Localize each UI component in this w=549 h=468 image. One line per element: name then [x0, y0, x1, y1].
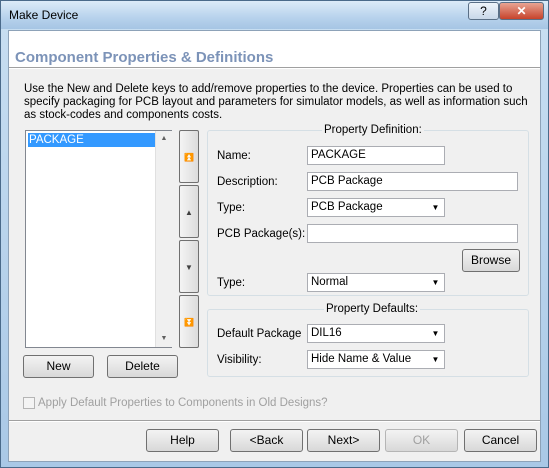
ok-button[interactable]: OK — [385, 429, 458, 452]
footer-divider-highlight — [9, 421, 540, 422]
list-scrollbar[interactable]: ▲ ▼ — [155, 131, 172, 347]
apply-defaults-label: Apply Default Properties to Components i… — [38, 397, 328, 409]
help-button[interactable]: Help — [146, 429, 219, 452]
default-package-label: Default Package — [217, 328, 302, 340]
up-arrow-icon: ▲ — [185, 208, 193, 217]
pcb-packages-field[interactable] — [307, 224, 518, 243]
visibility-value: Hide Name & Value — [311, 353, 412, 365]
type2-dropdown[interactable]: Normal ▼ — [307, 273, 445, 292]
double-down-arrow-icon: ⏬ — [184, 318, 194, 327]
scroll-up-arrow-icon[interactable]: ▲ — [156, 131, 172, 147]
name-field[interactable]: PACKAGE — [307, 146, 445, 165]
type-label: Type: — [217, 202, 246, 214]
type-dropdown-value: PCB Package — [311, 201, 383, 213]
title-help-button[interactable]: ? — [468, 2, 499, 20]
chevron-down-icon[interactable]: ▼ — [428, 352, 443, 367]
back-button[interactable]: <Back — [230, 429, 303, 452]
browse-button[interactable]: Browse — [462, 249, 520, 272]
chevron-down-icon[interactable]: ▼ — [428, 275, 443, 290]
property-listbox[interactable]: PACKAGE ▲ ▼ — [25, 130, 172, 348]
delete-button[interactable]: Delete — [107, 355, 178, 378]
property-defaults-group: Property Defaults: Default Package DIL16… — [207, 303, 529, 377]
property-definition-title: Property Definition: — [322, 124, 424, 136]
close-button[interactable]: ✕ — [499, 2, 544, 20]
pcb-packages-label: PCB Package(s): — [217, 228, 306, 240]
visibility-dropdown[interactable]: Hide Name & Value ▼ — [307, 350, 445, 369]
scroll-down-arrow-icon[interactable]: ▼ — [156, 331, 172, 347]
move-top-button[interactable]: ⏫ — [179, 130, 199, 183]
cancel-button[interactable]: Cancel — [464, 429, 537, 452]
next-button[interactable]: Next> — [307, 429, 380, 452]
header-band: Component Properties & Definitions — [9, 31, 540, 67]
list-item-package[interactable]: PACKAGE — [28, 133, 157, 147]
property-defaults-title: Property Defaults: — [324, 303, 421, 315]
move-down-button[interactable]: ▼ — [179, 240, 199, 293]
instructions-text: Use the New and Delete keys to add/remov… — [24, 83, 528, 121]
visibility-label: Visibility: — [217, 354, 262, 366]
move-bottom-button[interactable]: ⏬ — [179, 295, 199, 348]
move-up-button[interactable]: ▲ — [179, 185, 199, 238]
description-label: Description: — [217, 176, 278, 188]
title-bar[interactable]: Make Device ? ✕ — [1, 1, 548, 29]
make-device-window: Make Device ? ✕ Component Properties & D… — [0, 0, 549, 468]
type-dropdown[interactable]: PCB Package ▼ — [307, 198, 445, 217]
type2-label: Type: — [217, 277, 246, 289]
double-up-arrow-icon: ⏫ — [184, 153, 194, 162]
name-label: Name: — [217, 150, 251, 162]
description-field[interactable]: PCB Package — [307, 172, 518, 191]
new-button[interactable]: New — [23, 355, 94, 378]
down-arrow-icon: ▼ — [185, 263, 193, 272]
chevron-down-icon[interactable]: ▼ — [428, 200, 443, 215]
chevron-down-icon[interactable]: ▼ — [428, 326, 443, 341]
window-title: Make Device — [9, 8, 79, 22]
apply-defaults-checkbox[interactable] — [23, 397, 35, 409]
dialog-client-area: Component Properties & Definitions Use t… — [8, 30, 541, 462]
default-package-value: DIL16 — [311, 327, 342, 339]
type2-dropdown-value: Normal — [311, 276, 349, 288]
page-heading: Component Properties & Definitions — [15, 49, 274, 66]
header-divider-highlight — [9, 68, 540, 69]
default-package-dropdown[interactable]: DIL16 ▼ — [307, 324, 445, 343]
property-definition-group: Property Definition: Name: PACKAGE Descr… — [207, 124, 529, 296]
